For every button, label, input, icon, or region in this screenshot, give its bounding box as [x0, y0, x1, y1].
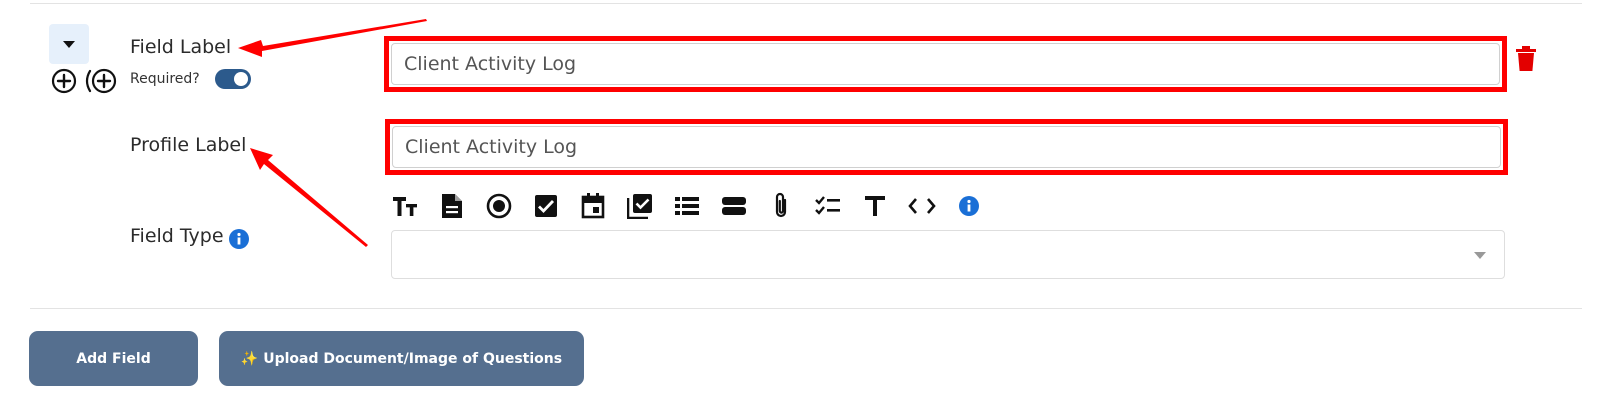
- field-label-input[interactable]: [391, 43, 1500, 85]
- add-circle-icon[interactable]: [51, 68, 77, 94]
- checklist-icon[interactable]: [814, 192, 842, 220]
- caret-down-icon: [63, 40, 75, 48]
- top-divider: [30, 3, 1582, 4]
- radio-icon[interactable]: [485, 192, 513, 220]
- required-label: Required?: [130, 71, 200, 87]
- delete-trash-icon[interactable]: [1515, 46, 1537, 72]
- upload-questions-button[interactable]: ✨ Upload Document/Image of Questions: [219, 331, 584, 386]
- text-size-icon[interactable]: [391, 192, 419, 220]
- annotation-arrow-profile-label: [250, 148, 368, 247]
- profile-label-text: Profile Label: [130, 134, 247, 156]
- required-toggle[interactable]: [215, 69, 251, 89]
- code-icon[interactable]: [908, 192, 936, 220]
- toggle-knob: [234, 72, 248, 86]
- profile-label-input[interactable]: [392, 126, 1501, 168]
- field-type-info-icon[interactable]: [229, 229, 249, 249]
- calendar-icon[interactable]: [579, 192, 607, 220]
- select-caret-icon: [1474, 252, 1486, 259]
- info-icon[interactable]: [955, 192, 983, 220]
- add-nested-icon[interactable]: [83, 68, 117, 94]
- add-field-button[interactable]: Add Field: [29, 331, 198, 386]
- collapse-toggle-button[interactable]: [49, 24, 89, 64]
- document-icon[interactable]: [438, 192, 466, 220]
- list-icon[interactable]: [673, 192, 701, 220]
- bottom-divider: [30, 308, 1582, 309]
- text-icon[interactable]: [861, 192, 889, 220]
- field-type-select[interactable]: [391, 230, 1505, 279]
- checkbox-icon[interactable]: [532, 192, 560, 220]
- field-type-label: Field Type: [130, 225, 224, 247]
- dropdown-icon[interactable]: [720, 192, 748, 220]
- multi-checkbox-icon[interactable]: [626, 192, 654, 220]
- field-label-text: Field Label: [130, 36, 232, 58]
- attachment-icon[interactable]: [767, 192, 795, 220]
